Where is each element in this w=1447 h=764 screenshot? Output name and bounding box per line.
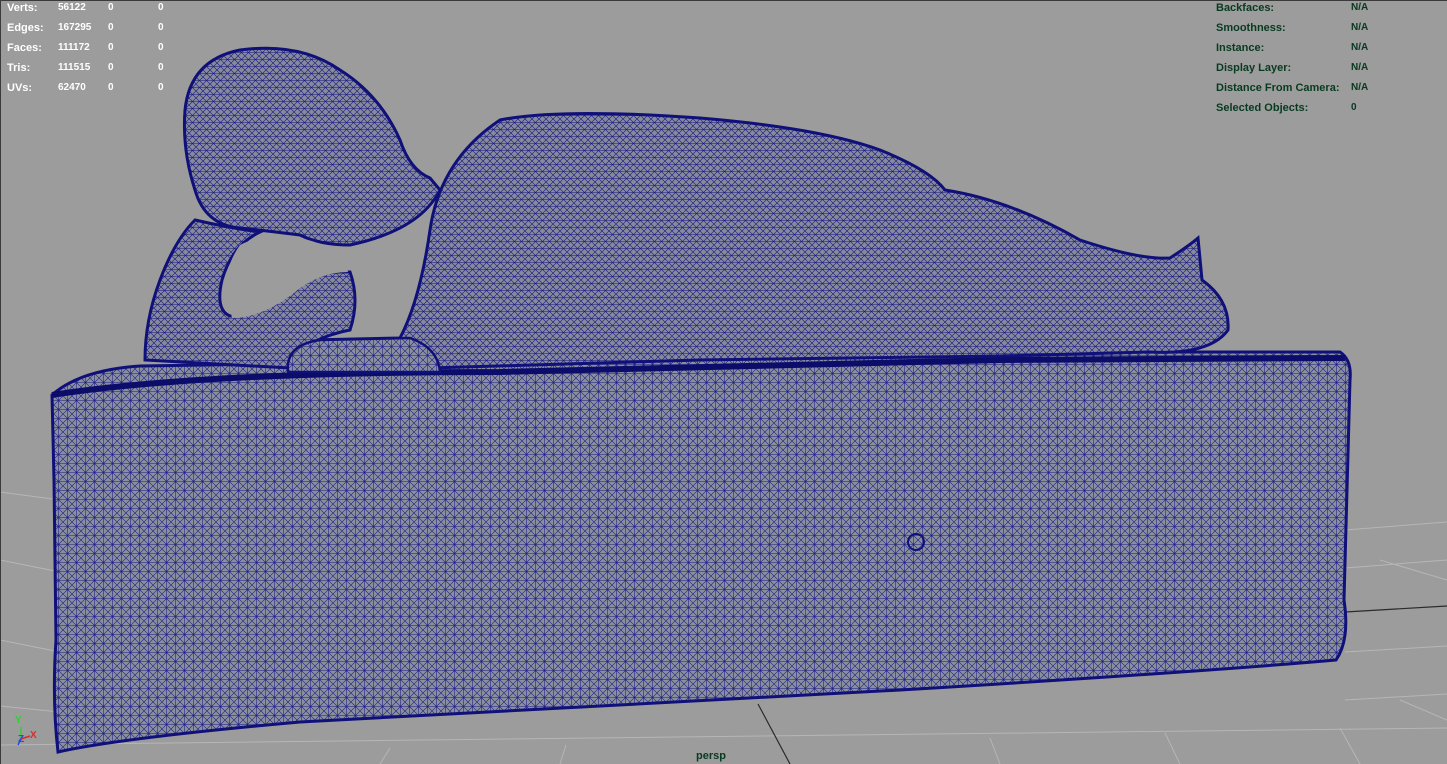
info-label: Instance: — [1216, 42, 1265, 54]
info-row-smoothness: Smoothness: N/A — [1216, 18, 1446, 38]
stat-label: UVs: — [7, 82, 33, 94]
info-row-selected: Selected Objects: 0 — [1216, 98, 1446, 118]
info-label: Display Layer: — [1216, 62, 1292, 74]
stat-value: 111172 — [58, 42, 90, 53]
object-info-hud: Backfaces: N/A Smoothness: N/A Instance:… — [1216, 0, 1446, 118]
stat-value: 0 — [158, 22, 164, 33]
info-value: N/A — [1351, 2, 1369, 13]
stat-value: 56122 — [58, 2, 86, 13]
stat-value: 62470 — [58, 82, 86, 93]
stat-value: 0 — [158, 82, 164, 93]
stat-row-tris: Tris: 111515 0 0 — [7, 58, 207, 78]
base-block-mesh — [50, 350, 1352, 754]
stat-value: 111515 — [58, 62, 91, 73]
stat-value: 0 — [158, 2, 164, 13]
camera-name-label: persp — [696, 750, 726, 762]
elbow-block-mesh — [286, 336, 442, 374]
stat-row-verts: Verts: 56122 0 0 — [7, 0, 207, 18]
info-row-distance: Distance From Camera: N/A — [1216, 78, 1446, 98]
stat-label: Faces: — [7, 42, 42, 54]
stat-value: 0 — [158, 62, 164, 73]
stat-value: 0 — [108, 2, 114, 13]
perspective-viewport[interactable]: Verts: 56122 0 0 Edges: 167295 0 0 Faces… — [0, 0, 1447, 764]
figure-body-mesh — [286, 111, 1230, 372]
axis-z-label: Z — [18, 734, 25, 745]
stat-value: 167295 — [58, 22, 92, 33]
figure-head-mesh — [182, 46, 442, 247]
axis-gizmo-icon: Y Z X — [10, 714, 50, 754]
poly-count-hud: Verts: 56122 0 0 Edges: 167295 0 0 Faces… — [7, 0, 207, 98]
stat-value: 0 — [158, 42, 164, 53]
stat-label: Verts: — [7, 2, 38, 14]
stat-value: 0 — [108, 62, 114, 73]
stat-value: 0 — [108, 22, 114, 33]
stat-row-edges: Edges: 167295 0 0 — [7, 18, 207, 38]
stat-label: Edges: — [7, 22, 44, 34]
info-row-instance: Instance: N/A — [1216, 38, 1446, 58]
info-value: N/A — [1351, 62, 1369, 73]
stat-label: Tris: — [7, 62, 31, 74]
info-label: Selected Objects: — [1216, 102, 1309, 114]
info-label: Smoothness: — [1216, 22, 1286, 34]
info-value: N/A — [1351, 82, 1369, 93]
stat-value: 0 — [108, 82, 114, 93]
stat-row-faces: Faces: 111172 0 0 — [7, 38, 207, 58]
info-label: Backfaces: — [1216, 2, 1275, 14]
info-row-backfaces: Backfaces: N/A — [1216, 0, 1446, 18]
axis-y-label: Y — [15, 715, 22, 726]
info-label: Distance From Camera: — [1216, 82, 1340, 94]
info-value: 0 — [1351, 102, 1357, 113]
info-value: N/A — [1351, 42, 1369, 53]
info-value: N/A — [1351, 22, 1369, 33]
axis-x-label: X — [30, 730, 37, 741]
stat-value: 0 — [108, 42, 114, 53]
info-row-display-layer: Display Layer: N/A — [1216, 58, 1446, 78]
stat-row-uvs: UVs: 62470 0 0 — [7, 78, 207, 98]
